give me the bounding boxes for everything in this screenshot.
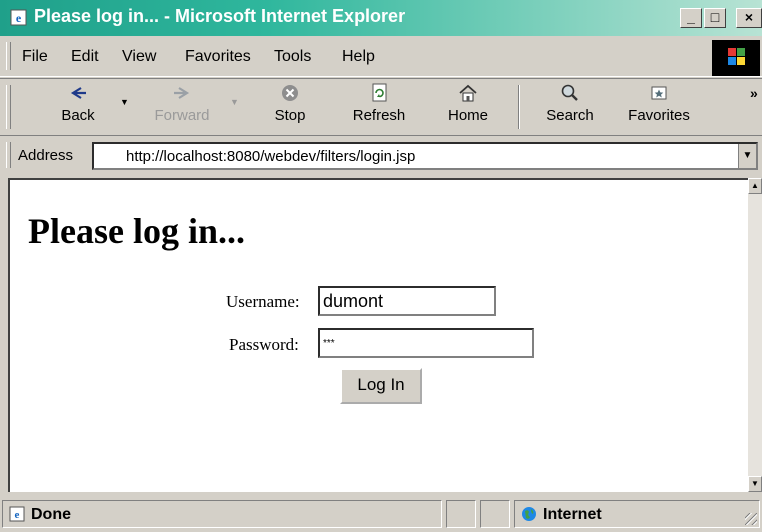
stop-icon bbox=[279, 83, 301, 103]
stop-button[interactable]: Stop bbox=[258, 83, 322, 133]
zone-text: Internet bbox=[543, 506, 602, 523]
menu-view[interactable]: View bbox=[122, 48, 156, 66]
menu-file[interactable]: File bbox=[22, 48, 48, 66]
password-label: Password: bbox=[229, 335, 299, 354]
scroll-down-icon[interactable]: ▼ bbox=[748, 476, 762, 492]
page-done-icon: e bbox=[9, 506, 25, 522]
scroll-up-icon[interactable]: ▲ bbox=[748, 178, 762, 194]
menu-tools[interactable]: Tools bbox=[274, 48, 311, 66]
address-dropdown-icon[interactable]: ▼ bbox=[738, 144, 756, 168]
address-url[interactable]: http://localhost:8080/webdev/filters/log… bbox=[126, 148, 415, 165]
forward-button[interactable]: Forward bbox=[140, 83, 224, 133]
back-label: Back bbox=[61, 107, 95, 124]
address-bar-grip[interactable] bbox=[6, 142, 11, 168]
login-button[interactable]: Log In bbox=[340, 368, 422, 404]
status-zone-pane: Internet bbox=[514, 500, 760, 528]
status-bar: e Done Internet bbox=[0, 496, 762, 532]
standard-toolbar: Back ▼ Forward ▼ Stop Refresh Home Searc… bbox=[0, 78, 762, 136]
browser-window: e Please log in... - Microsoft Internet … bbox=[0, 0, 762, 532]
menu-help[interactable]: Help bbox=[342, 48, 375, 66]
status-pane-blank-2 bbox=[480, 500, 510, 528]
address-field[interactable]: http://localhost:8080/webdev/filters/log… bbox=[92, 142, 758, 170]
stop-label: Stop bbox=[274, 107, 306, 124]
refresh-icon bbox=[368, 83, 390, 103]
resize-grip[interactable] bbox=[745, 513, 757, 525]
forward-dropdown-icon[interactable]: ▼ bbox=[230, 97, 239, 107]
favorites-label: Favorites bbox=[628, 107, 690, 124]
toolbar-grip[interactable] bbox=[6, 85, 11, 129]
close-button[interactable]: × bbox=[736, 8, 762, 28]
favorites-icon bbox=[648, 83, 670, 103]
toolbar-more-chevron[interactable]: » bbox=[750, 85, 758, 101]
minimize-button[interactable]: _ bbox=[680, 8, 702, 28]
status-main-pane: e Done bbox=[2, 500, 442, 528]
menu-favorites[interactable]: Favorites bbox=[185, 48, 251, 66]
page-content: Please log in... Username: Password: Log… bbox=[8, 178, 748, 492]
refresh-button[interactable]: Refresh bbox=[340, 83, 418, 133]
menu-bar-grip[interactable] bbox=[6, 42, 11, 70]
refresh-label: Refresh bbox=[352, 107, 406, 124]
favorites-button[interactable]: Favorites bbox=[620, 83, 698, 133]
svg-text:e: e bbox=[16, 11, 22, 25]
address-label: Address bbox=[18, 147, 74, 164]
address-bar: Address http://localhost:8080/webdev/fil… bbox=[0, 138, 762, 174]
forward-arrow-icon bbox=[171, 83, 193, 103]
ie-page-icon: e bbox=[10, 9, 27, 26]
search-button[interactable]: Search bbox=[536, 83, 604, 133]
vertical-scrollbar[interactable]: ▲ ▼ bbox=[748, 178, 762, 492]
home-label: Home bbox=[447, 107, 488, 124]
svg-text:e: e bbox=[15, 509, 20, 521]
menu-bar: File Edit View Favorites Tools Help bbox=[0, 38, 762, 77]
password-input[interactable] bbox=[318, 328, 534, 358]
username-label: Username: bbox=[226, 292, 300, 311]
username-input[interactable] bbox=[318, 286, 496, 316]
back-button[interactable]: Back bbox=[46, 83, 110, 133]
back-dropdown-icon[interactable]: ▼ bbox=[120, 97, 129, 107]
status-text: Done bbox=[31, 506, 71, 523]
home-icon bbox=[457, 83, 479, 103]
windows-logo-icon bbox=[712, 40, 760, 76]
window-title: Please log in... - Microsoft Internet Ex… bbox=[34, 6, 406, 26]
search-icon bbox=[559, 83, 581, 103]
menu-edit[interactable]: Edit bbox=[71, 48, 99, 66]
title-bar[interactable]: e Please log in... - Microsoft Internet … bbox=[0, 0, 762, 36]
search-label: Search bbox=[546, 107, 594, 124]
maximize-button[interactable]: □ bbox=[704, 8, 726, 28]
internet-globe-icon bbox=[522, 507, 536, 521]
forward-label: Forward bbox=[154, 107, 210, 124]
toolbar-separator bbox=[518, 85, 520, 129]
home-button[interactable]: Home bbox=[436, 83, 500, 133]
status-pane-blank-1 bbox=[446, 500, 476, 528]
back-arrow-icon bbox=[67, 83, 89, 103]
page-heading: Please log in... bbox=[28, 211, 245, 251]
